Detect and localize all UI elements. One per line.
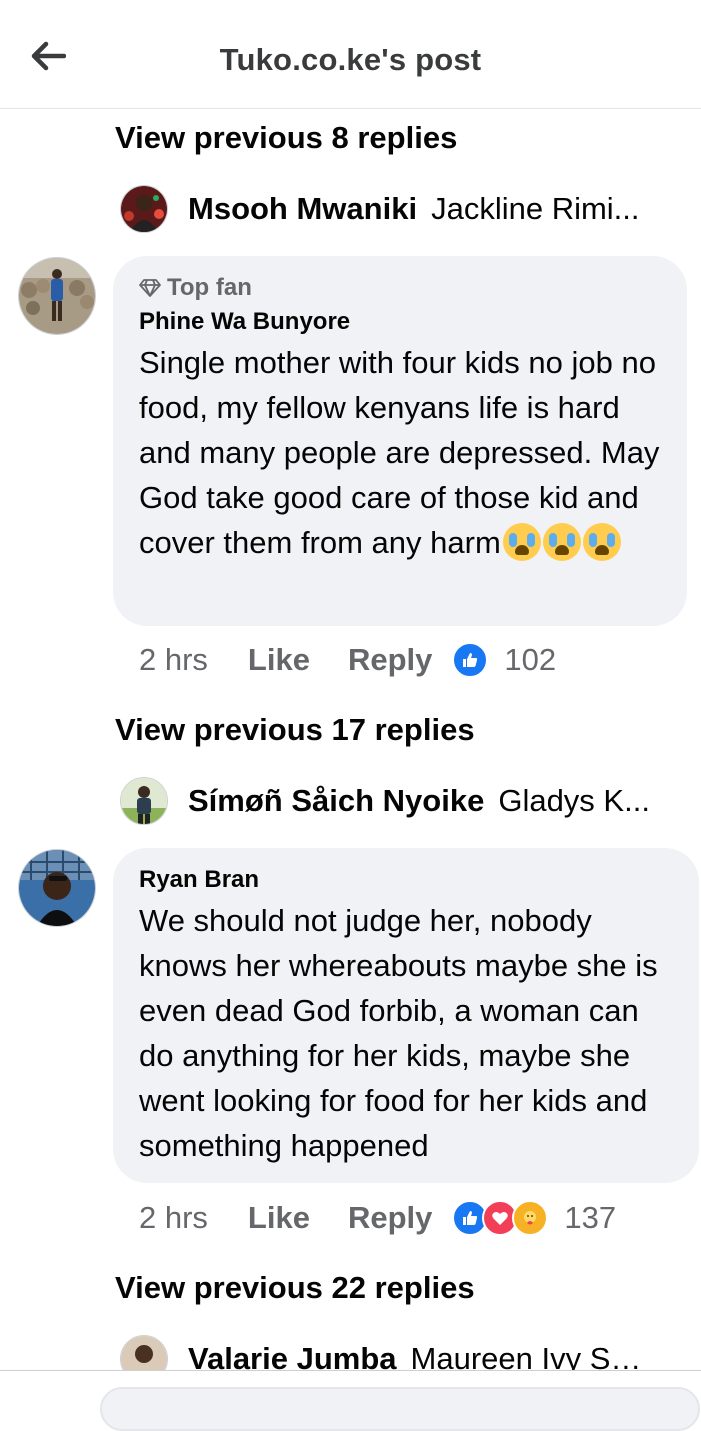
- care-reaction-icon: [512, 1200, 549, 1236]
- badge-label: Top fan: [167, 274, 252, 301]
- comment-bubble[interactable]: Top fan Phine Wa Bunyore Single mother w…: [113, 256, 687, 626]
- reply-author-name[interactable]: Símøñ Såich Nyoike: [188, 783, 484, 819]
- comment-timestamp[interactable]: 2 hrs: [139, 642, 208, 678]
- view-previous-replies-link[interactable]: View previous 22 replies: [115, 1270, 475, 1306]
- view-previous-replies-link[interactable]: View previous 8 replies: [115, 120, 457, 156]
- collapsed-reply[interactable]: Msooh Mwaniki Jackline Rimi...: [120, 184, 681, 234]
- comment-text: Single mother with four kids no job no f…: [139, 345, 660, 561]
- reactions-summary[interactable]: [452, 642, 489, 678]
- diamond-icon: [139, 279, 161, 297]
- reply-button[interactable]: Reply: [348, 1200, 432, 1236]
- reactions-summary[interactable]: [452, 1200, 549, 1236]
- comment-author-name[interactable]: Phine Wa Bunyore: [139, 308, 661, 336]
- like-reaction-icon: [452, 642, 489, 678]
- comment-actions: 2 hrs Like Reply 137: [139, 1200, 616, 1236]
- reply-preview-text: Jackline Rimi...: [431, 191, 640, 226]
- comment-timestamp[interactable]: 2 hrs: [139, 1200, 208, 1236]
- comment-bubble[interactable]: Ryan Bran We should not judge her, nobod…: [113, 848, 699, 1183]
- reaction-count[interactable]: 137: [564, 1200, 616, 1236]
- avatar[interactable]: [120, 777, 168, 825]
- loudly-crying-face-icon: [542, 523, 581, 561]
- write-comment-input[interactable]: [100, 1387, 700, 1431]
- reply-author-name[interactable]: Msooh Mwaniki: [188, 191, 417, 227]
- avatar[interactable]: [18, 849, 96, 927]
- loudly-crying-face-icon: [502, 523, 541, 561]
- top-bar: Tuko.co.ke's post: [0, 0, 701, 109]
- like-button[interactable]: Like: [248, 1200, 310, 1236]
- comment-composer-bar: [0, 1370, 701, 1431]
- like-button[interactable]: Like: [248, 642, 310, 678]
- reply-preview-text: Gladys K...: [498, 783, 650, 818]
- reaction-count[interactable]: 102: [504, 642, 556, 678]
- comment-actions: 2 hrs Like Reply 102: [139, 642, 556, 678]
- page-title: Tuko.co.ke's post: [219, 42, 482, 77]
- reply-button[interactable]: Reply: [348, 642, 432, 678]
- loudly-crying-face-icon: [582, 523, 621, 561]
- view-previous-replies-link[interactable]: View previous 17 replies: [115, 712, 475, 748]
- comment-author-name[interactable]: Ryan Bran: [139, 866, 673, 894]
- collapsed-reply[interactable]: Símøñ Såich Nyoike Gladys K...: [120, 776, 681, 826]
- comment-text: We should not judge her, nobody knows he…: [139, 903, 658, 1163]
- avatar[interactable]: [120, 185, 168, 233]
- avatar[interactable]: [18, 257, 96, 335]
- top-fan-badge: Top fan: [139, 274, 661, 302]
